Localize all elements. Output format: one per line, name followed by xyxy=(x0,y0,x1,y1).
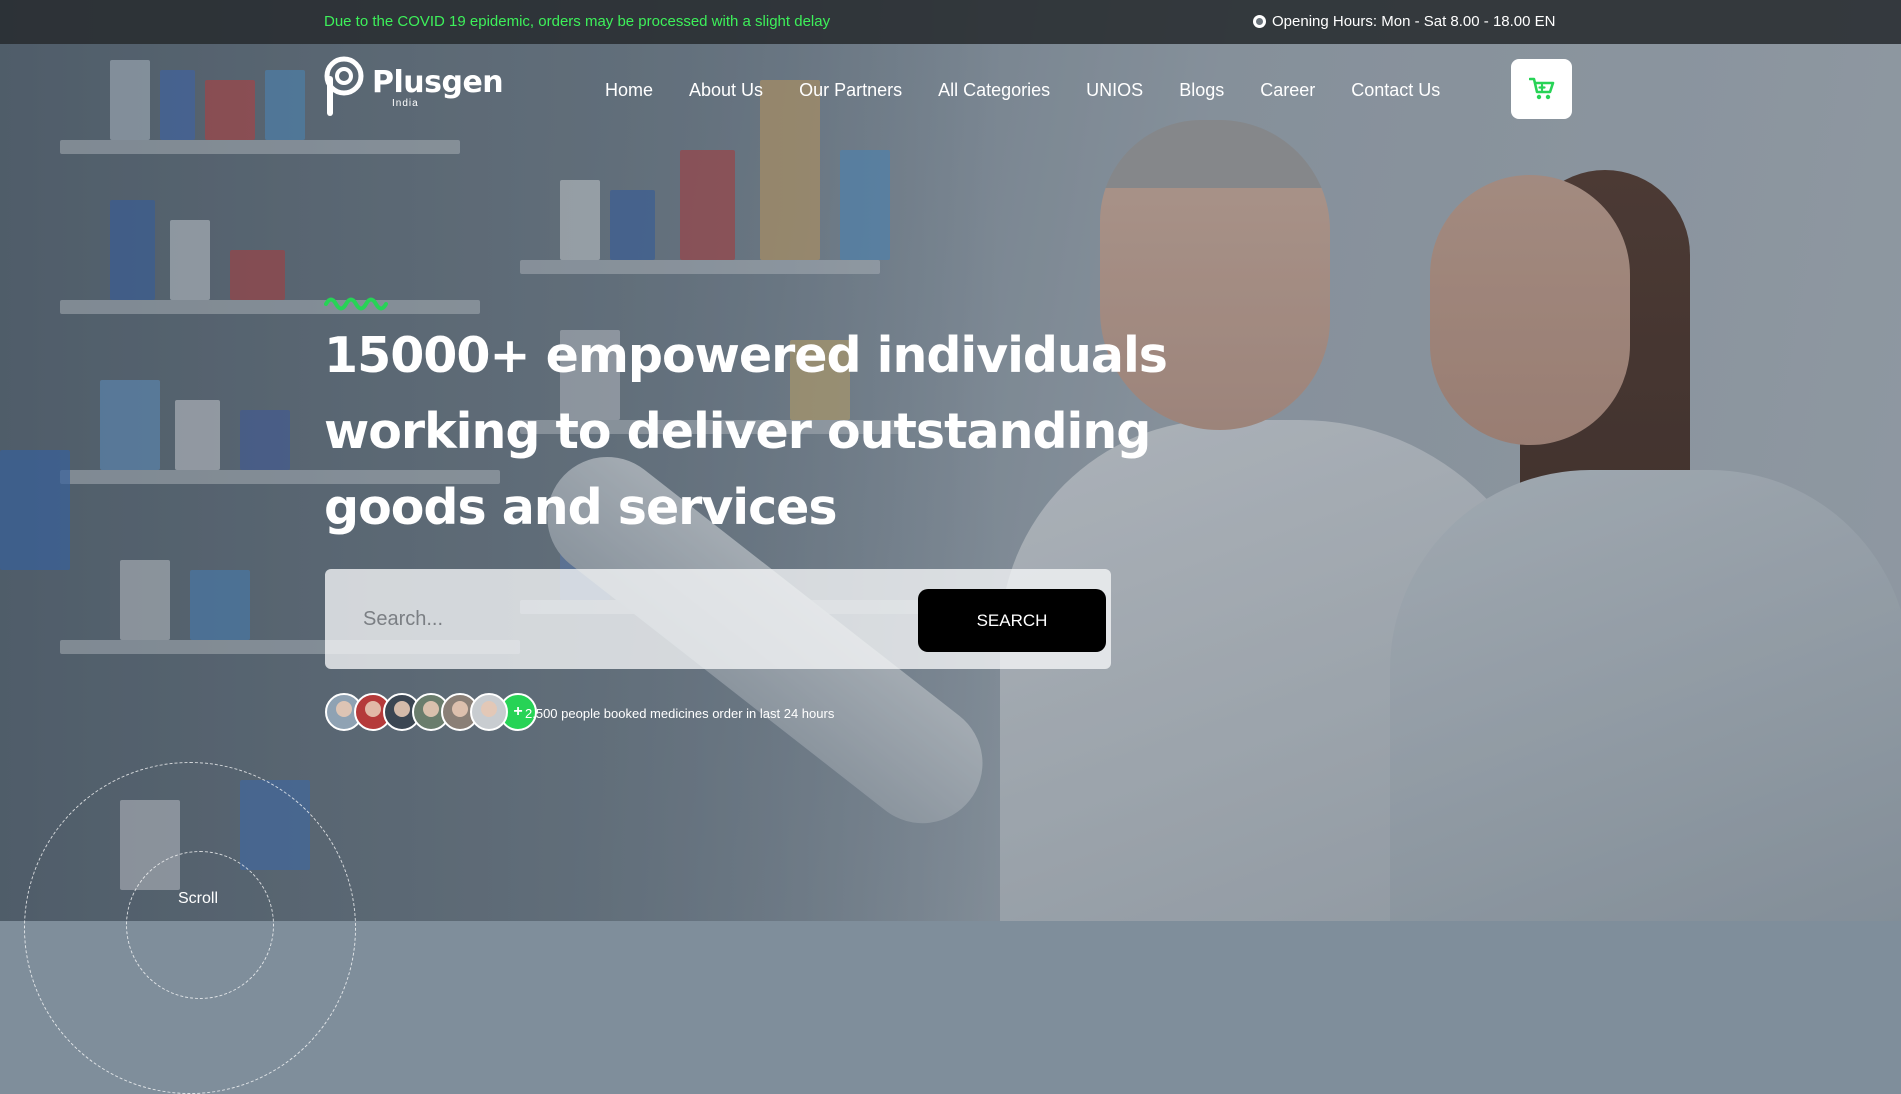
nav-our-partners[interactable]: Our Partners xyxy=(799,80,902,101)
cart-icon xyxy=(1528,77,1554,100)
top-info-bar: Due to the COVID 19 epidemic, orders may… xyxy=(0,0,1901,44)
scroll-ring-inner xyxy=(126,851,274,999)
search-button[interactable]: SEARCH xyxy=(918,589,1106,652)
cart-button[interactable] xyxy=(1511,59,1572,119)
opening-hours: Opening Hours: Mon - Sat 8.00 - 18.00 EN xyxy=(1253,13,1555,30)
hero-headline: 15000+ empowered individuals working to … xyxy=(324,327,1168,536)
search-input[interactable] xyxy=(361,601,885,637)
logo-name: Plusgen xyxy=(372,65,504,100)
wave-accent-icon xyxy=(324,297,388,311)
nav-all-categories[interactable]: All Categories xyxy=(938,80,1050,101)
logo-subtitle: India xyxy=(392,98,419,109)
scroll-indicator[interactable]: Scroll xyxy=(178,890,218,908)
main-nav: Home About Us Our Partners All Categorie… xyxy=(605,80,1440,101)
nav-unios[interactable]: UNIOS xyxy=(1086,80,1143,101)
search-box: SEARCH xyxy=(325,569,1111,669)
logo-icon xyxy=(324,56,364,116)
site-logo[interactable]: Plusgen India xyxy=(324,56,504,116)
nav-blogs[interactable]: Blogs xyxy=(1179,80,1224,101)
avatar xyxy=(470,693,508,731)
nav-home[interactable]: Home xyxy=(605,80,653,101)
booked-count-text: 2,500 people booked medicines order in l… xyxy=(525,706,835,721)
nav-career[interactable]: Career xyxy=(1260,80,1315,101)
customer-avatars: + xyxy=(325,693,537,731)
clock-icon xyxy=(1253,15,1266,28)
covid-notice: Due to the COVID 19 epidemic, orders may… xyxy=(324,13,831,30)
nav-contact-us[interactable]: Contact Us xyxy=(1351,80,1440,101)
opening-hours-text: Opening Hours: Mon - Sat 8.00 - 18.00 EN xyxy=(1272,13,1556,30)
nav-about-us[interactable]: About Us xyxy=(689,80,763,101)
